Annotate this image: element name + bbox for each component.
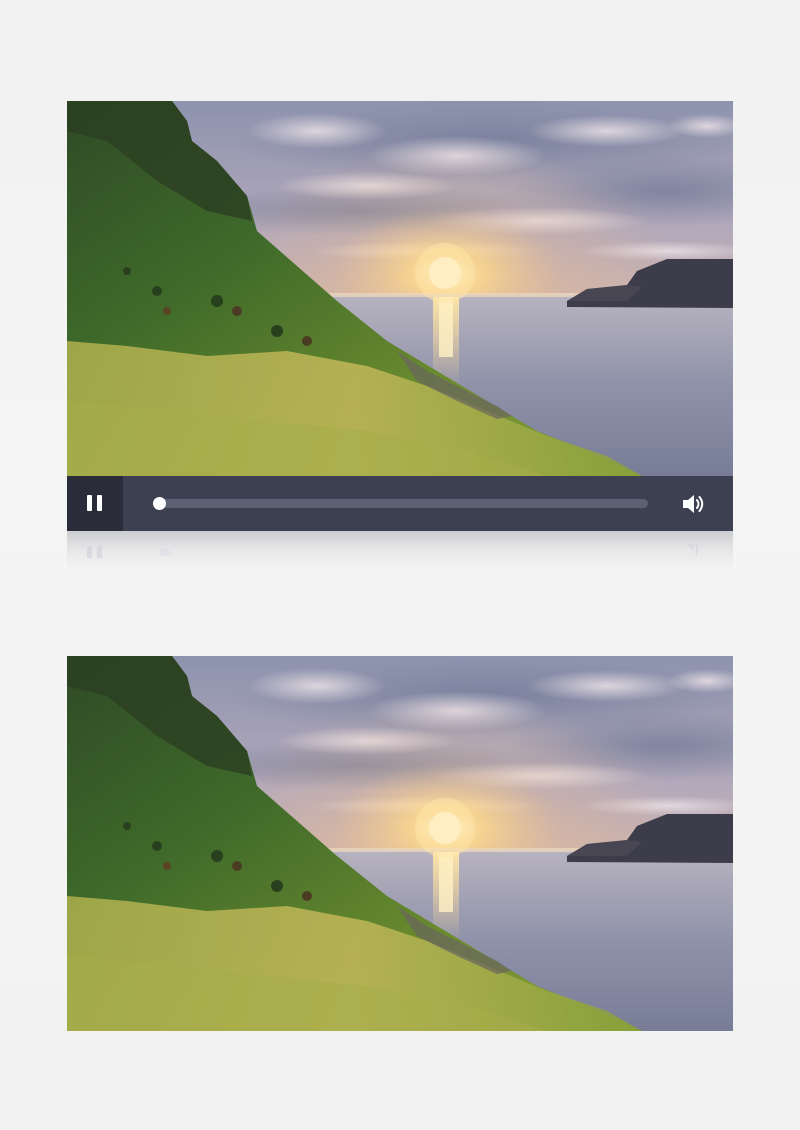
video-frame[interactable] (67, 656, 733, 1031)
video-frame[interactable] (67, 101, 733, 476)
pause-icon (87, 495, 92, 511)
video-player-preview[interactable] (67, 656, 733, 1031)
volume-button[interactable] (679, 490, 707, 518)
video-player[interactable] (67, 101, 733, 531)
pause-button[interactable] (67, 476, 123, 531)
video-control-bar (67, 476, 733, 531)
seek-bar[interactable] (153, 497, 648, 510)
volume-icon-reflection (682, 544, 699, 557)
seek-handle[interactable] (153, 497, 166, 510)
control-bar-reflection (67, 531, 733, 571)
volume-high-icon (683, 495, 704, 513)
sunset-coast-image (67, 656, 733, 1031)
sunset-coast-image (67, 101, 733, 476)
